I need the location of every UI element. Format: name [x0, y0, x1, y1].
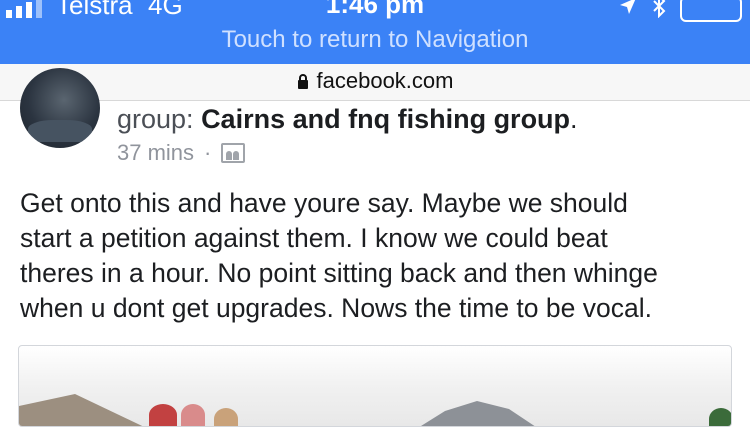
meta-separator: · [204, 140, 212, 165]
status-row: Telstra 4G 1:46 pm [0, 0, 750, 22]
post-text-line: start a petition against them. I know we… [20, 223, 608, 253]
post-meta: 37 mins · [117, 140, 246, 166]
post-photo[interactable] [18, 345, 732, 427]
group-prefix: group: [117, 104, 202, 134]
group-privacy-icon [221, 143, 246, 163]
photo-person [214, 408, 238, 426]
photo-tree [709, 408, 731, 426]
post-text-line: theres in a hour. No point sitting back … [20, 258, 658, 288]
photo-hill [19, 394, 159, 426]
group-avatar[interactable] [20, 68, 100, 148]
lock-icon [297, 74, 308, 89]
photo-person [181, 404, 205, 426]
photo-mountain [397, 401, 557, 426]
group-suffix: . [570, 104, 578, 134]
bluetooth-icon [653, 0, 666, 18]
status-bar[interactable]: Telstra 4G 1:46 pm Touch to return to Na… [0, 0, 750, 64]
post-header: group: Cairns and fnq fishing group. [117, 104, 578, 135]
return-to-navigation-banner[interactable]: Touch to return to Navigation [0, 26, 750, 54]
location-arrow-icon [620, 0, 636, 14]
browser-address-bar[interactable]: facebook.com [0, 64, 750, 101]
post-text-line: when u dont get upgrades. Nows the time … [20, 293, 652, 323]
group-name-link[interactable]: Cairns and fnq fishing group [201, 104, 570, 134]
photo-person [149, 404, 177, 426]
post-timestamp[interactable]: 37 mins [117, 140, 194, 166]
post-text-line: Get onto this and have youre say. Maybe … [20, 188, 628, 218]
url-display[interactable]: facebook.com [0, 68, 750, 94]
url-text: facebook.com [316, 68, 454, 93]
post-body: Get onto this and have youre say. Maybe … [20, 186, 736, 326]
battery-icon [680, 0, 742, 22]
status-icons [618, 0, 742, 22]
